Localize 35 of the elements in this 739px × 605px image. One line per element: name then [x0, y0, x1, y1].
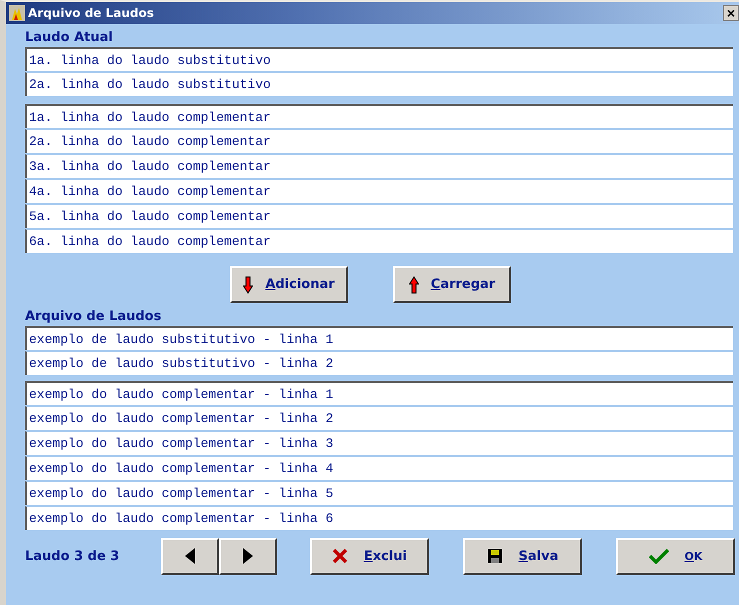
record-counter: Laudo 3 de 3 — [25, 548, 120, 564]
text-field[interactable]: exemplo do laudo complementar - linha 2 — [25, 406, 733, 430]
triangle-left-icon — [184, 548, 195, 564]
text-field[interactable]: 4a. linha do laudo complementar — [25, 179, 733, 203]
check-icon — [648, 548, 669, 564]
next-button[interactable] — [218, 538, 277, 574]
close-icon — [332, 548, 348, 564]
action-button[interactable]: Exclui — [310, 538, 429, 574]
triangle-right-icon — [242, 548, 253, 564]
action-button[interactable]: Salva — [462, 538, 582, 574]
text-field[interactable]: exemplo do laudo complementar - linha 4 — [25, 456, 733, 480]
action-button[interactable]: Adicionar — [230, 266, 348, 303]
text-field[interactable]: 1a. linha do laudo complementar — [25, 104, 733, 128]
action-button[interactable]: Carregar — [393, 266, 511, 303]
text-field[interactable]: 6a. linha do laudo complementar — [25, 229, 733, 253]
text-field[interactable]: exemplo de laudo substitutivo - linha 2 — [25, 351, 733, 375]
arrow-down-icon — [243, 276, 254, 294]
section-heading: Laudo Atual — [25, 30, 114, 47]
text-field[interactable]: 2a. linha do laudo complementar — [25, 129, 733, 153]
text-field[interactable]: 5a. linha do laudo complementar — [25, 204, 733, 228]
text-field[interactable]: exemplo do laudo complementar - linha 6 — [25, 506, 733, 530]
text-field[interactable]: exemplo do laudo complementar - linha 5 — [25, 481, 733, 505]
text-field[interactable]: 3a. linha do laudo complementar — [25, 154, 733, 178]
previous-button[interactable] — [160, 538, 219, 574]
text-field[interactable]: 1a. linha do laudo substitutivo — [25, 47, 733, 71]
action-button[interactable]: OK — [616, 538, 736, 574]
text-field[interactable]: exemplo do laudo complementar - linha 1 — [25, 381, 733, 405]
text-field[interactable]: exemplo do laudo complementar - linha 3 — [25, 431, 733, 455]
arrow-up-icon — [408, 276, 419, 294]
window-title: Arquivo de Laudos — [28, 6, 155, 20]
text-field[interactable]: 2a. linha do laudo substitutivo — [25, 72, 733, 96]
close-button[interactable]: × — [723, 5, 739, 21]
text-field[interactable]: exemplo de laudo substitutivo - linha 1 — [25, 326, 733, 350]
section-heading: Arquivo de Laudos — [25, 309, 162, 326]
app-icon — [9, 5, 25, 21]
